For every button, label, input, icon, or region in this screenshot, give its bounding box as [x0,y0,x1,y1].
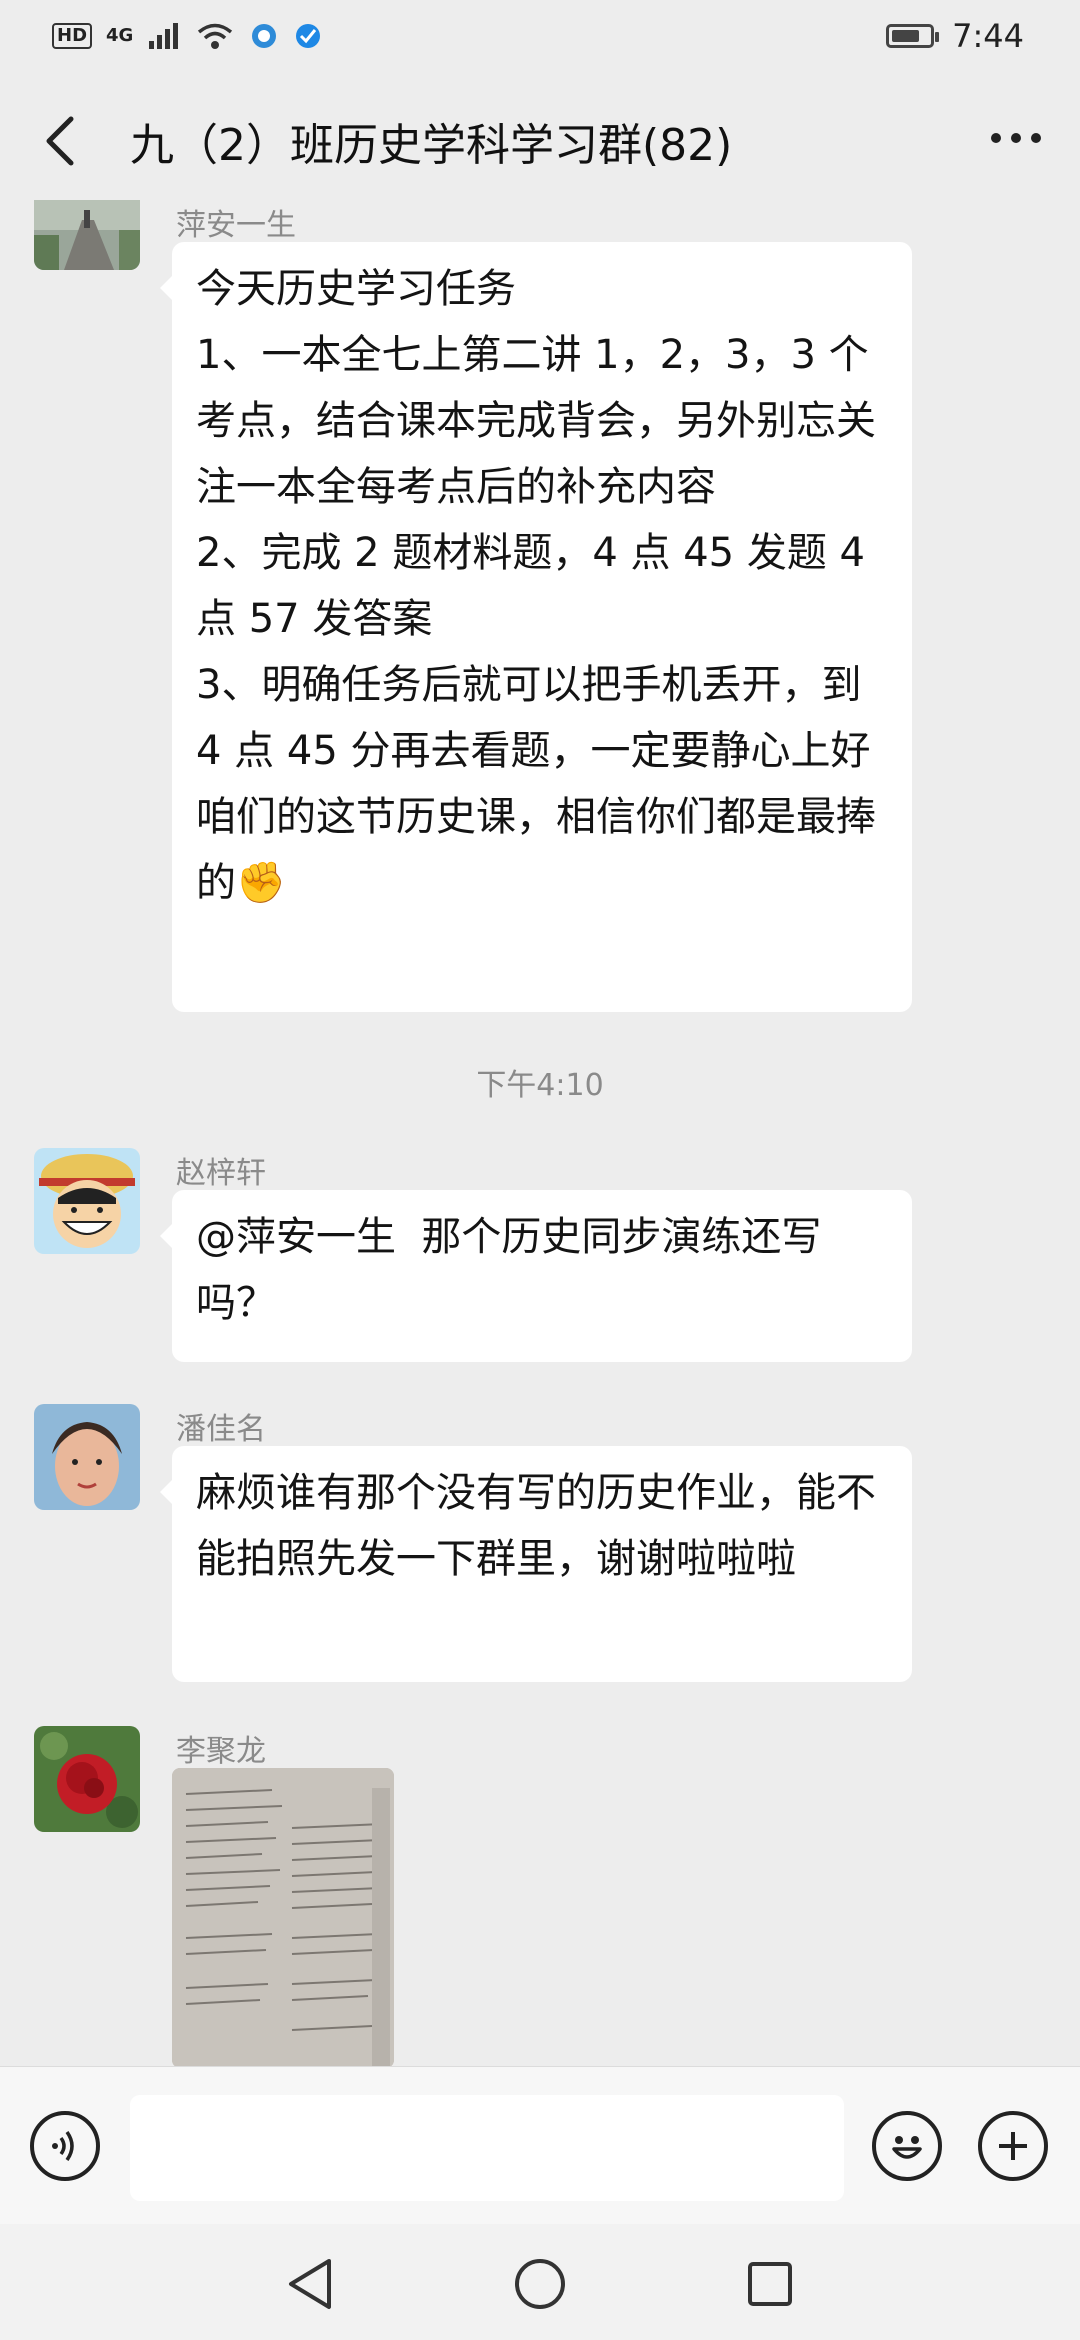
voice-icon [52,2130,74,2162]
chat-header: 九（2）班历史学科学习群(82) [0,72,1080,210]
chat-title: 九（2）班历史学科学习群(82) [130,120,733,171]
avatar[interactable] [34,1148,140,1254]
wifi-icon [198,23,233,49]
app-notification-icon [252,24,277,48]
more-icon [991,133,1041,143]
battery-icon [886,24,940,48]
back-icon [46,116,74,166]
input-bar [0,2066,1080,2225]
nav-recent-icon [748,2262,792,2306]
sender-name: 李聚龙 [176,1734,266,1769]
fist-emoji-icon: ✊ [236,860,286,906]
nav-back-icon [289,2259,331,2309]
message-text: @萍安一生 那个历史同步演练还写吗？ [196,1214,822,1326]
browser-notification-icon [296,24,321,48]
clock: 7:44 [952,17,1024,55]
back-button[interactable] [30,101,90,181]
message-bubble[interactable]: @萍安一生 那个历史同步演练还写吗？ [160,1190,912,1362]
sender-name: 潘佳名 [176,1412,266,1447]
voice-button[interactable] [30,2111,100,2181]
network-label: 4G [106,25,134,46]
nav-home-icon [515,2259,565,2309]
message-text: 麻烦谁有那个没有写的历史作业，能不能拍照先发一下群里，谢谢啦啦啦 [196,1470,876,1582]
avatar[interactable] [34,1726,140,1832]
nav-recent-button[interactable] [740,2254,800,2314]
add-button[interactable] [978,2111,1048,2181]
hd-badge: HD [52,23,93,49]
status-bar: HD 4G 7:44 [0,0,1080,72]
system-nav-bar [0,2224,1080,2340]
emoji-button[interactable] [872,2111,942,2181]
sender-name: 赵梓轩 [176,1156,266,1191]
more-button[interactable] [988,112,1044,152]
image-message[interactable] [172,1768,394,2066]
sender-name: 萍安一生 [176,208,296,243]
emoji-icon [892,2136,922,2159]
nav-home-button[interactable] [510,2254,570,2314]
avatar[interactable] [34,1404,140,1510]
message-bubble[interactable]: 麻烦谁有那个没有写的历史作业，能不能拍照先发一下群里，谢谢啦啦啦 [160,1446,912,1682]
nav-back-button[interactable] [280,2254,340,2314]
signal-icon [149,23,179,49]
avatar[interactable] [34,200,140,270]
message-input[interactable] [130,2095,844,2201]
add-icon [999,2132,1027,2160]
message-text: 今天历史学习任务 1、一本全七上第二讲 1，2，3，3 个考点，结合课本完成背会… [196,266,876,906]
timestamp: 下午4:10 [476,1068,604,1103]
message-bubble[interactable]: 今天历史学习任务 1、一本全七上第二讲 1，2，3，3 个考点，结合课本完成背会… [160,242,912,1012]
chat-list[interactable]: 萍安一生 今天历史学习任务 1、一本全七上第二讲 1，2，3，3 个考点，结合课… [0,200,1080,2066]
